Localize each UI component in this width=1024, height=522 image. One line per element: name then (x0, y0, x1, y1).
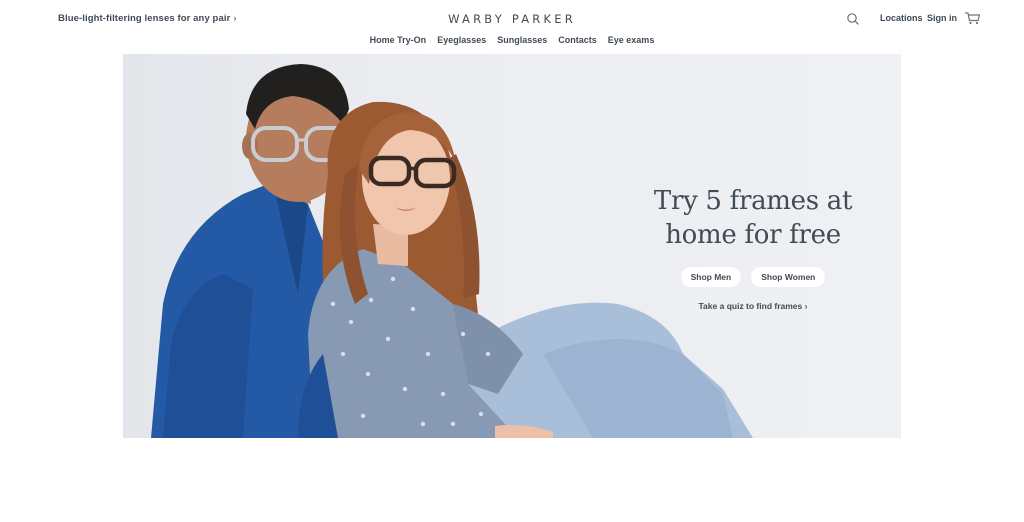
nav-sunglasses[interactable]: Sunglasses (497, 35, 547, 45)
search-button[interactable] (845, 11, 861, 27)
nav-contacts[interactable]: Contacts (558, 35, 597, 45)
cart-icon (964, 12, 981, 25)
hero-buttons: Shop Men Shop Women (623, 267, 883, 287)
search-icon (847, 13, 859, 25)
quiz-link-label: Take a quiz to find frames (698, 301, 803, 311)
hero-content: Try 5 frames at home for free Shop Men S… (623, 184, 883, 314)
nav-eyeglasses[interactable]: Eyeglasses (437, 35, 486, 45)
quiz-link[interactable]: Take a quiz to find frames › (699, 301, 808, 311)
locations-link[interactable]: Locations (880, 13, 923, 23)
shop-women-button[interactable]: Shop Women (751, 267, 826, 287)
nav-eye-exams[interactable]: Eye exams (608, 35, 655, 45)
nav-home-try-on[interactable]: Home Try-On (370, 35, 427, 45)
hero-title-line-2: home for free (665, 220, 841, 250)
sign-in-link[interactable]: Sign in (927, 13, 957, 23)
brand-logo[interactable]: WARBY PARKER (0, 12, 1024, 26)
cart-button[interactable] (964, 10, 982, 26)
chevron-right-icon: › (804, 301, 808, 311)
hero-title: Try 5 frames at home for free (623, 184, 883, 252)
main-nav: Home Try-On Eyeglasses Sunglasses Contac… (0, 35, 1024, 45)
hero-banner: Try 5 frames at home for free Shop Men S… (123, 54, 901, 438)
shop-men-button[interactable]: Shop Men (680, 267, 742, 287)
hero-title-line-1: Try 5 frames at (653, 186, 853, 216)
